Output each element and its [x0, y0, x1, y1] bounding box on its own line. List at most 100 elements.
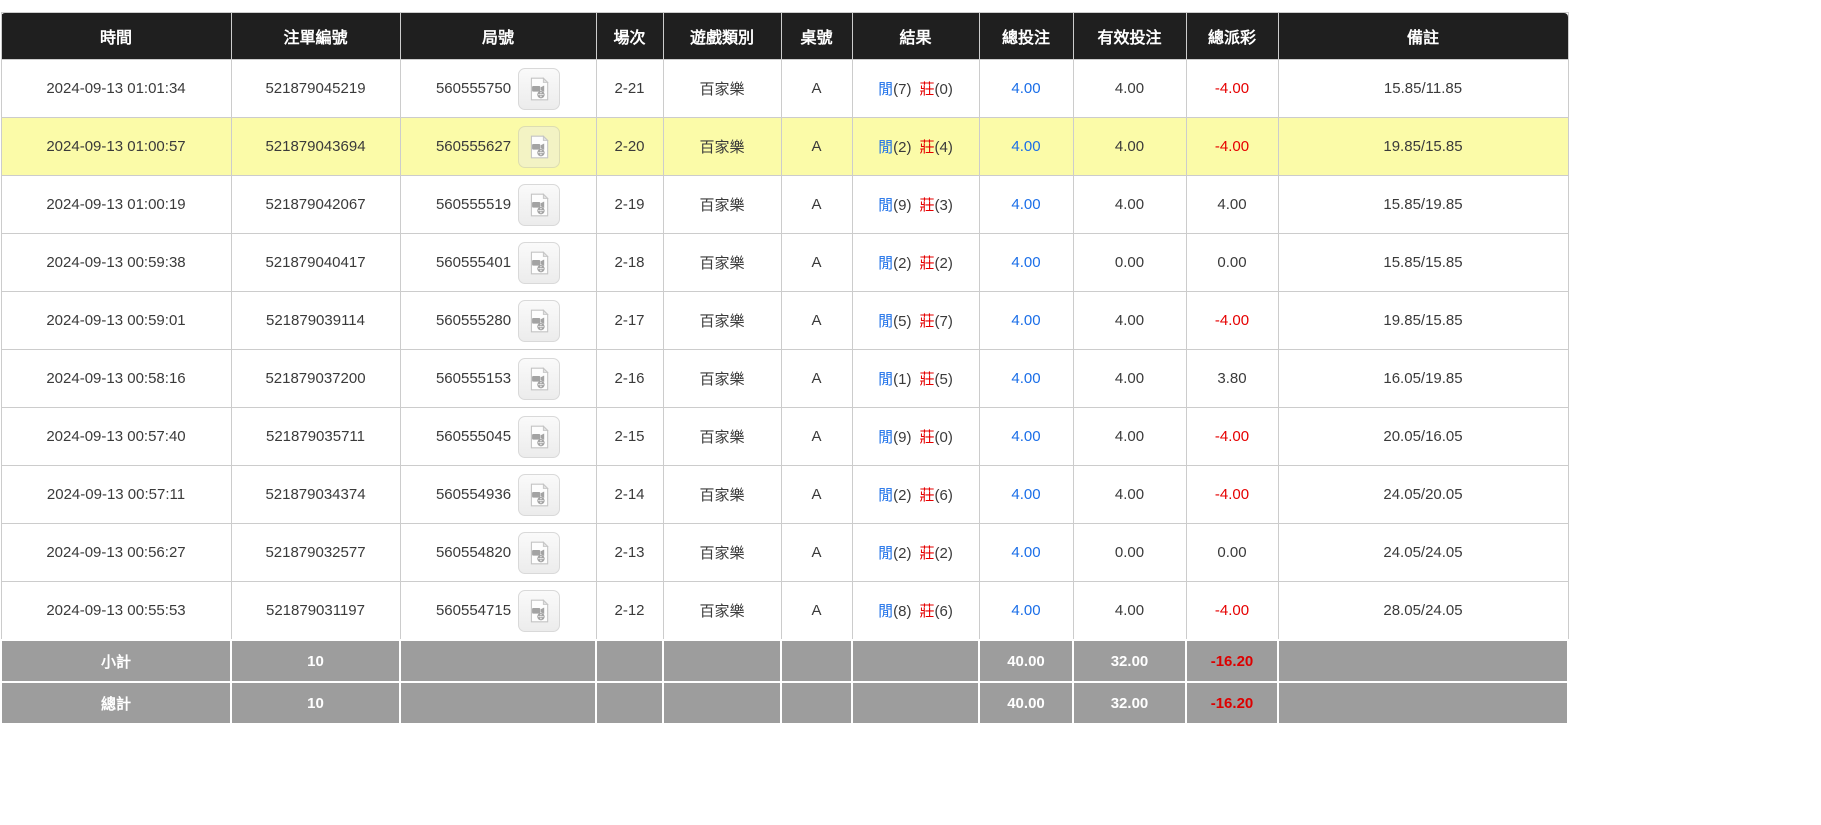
remark-cell: 24.05/20.05 — [1277, 465, 1569, 524]
round-id-group: 560555045 — [401, 415, 596, 458]
subtotal-valid-bet: 32.00 — [1110, 652, 1149, 670]
round-video-replay-button[interactable] — [518, 589, 561, 632]
table-row[interactable]: 2024-09-13 01:01:34 521879045219 560555750… — [0, 59, 1569, 118]
column-header-total_bet: 總投注 — [978, 12, 1074, 60]
column-header-game_type: 遊戲類別 — [662, 12, 782, 60]
total-bet-link[interactable]: 4.00 — [1011, 602, 1040, 619]
subtotal-game-cell — [662, 639, 782, 683]
round-id-group: 560555153 — [401, 357, 596, 400]
grand-total-count-cell: 10 — [230, 681, 401, 725]
table-no-cell: A — [780, 291, 853, 350]
total-bet-link[interactable]: 4.00 — [1011, 486, 1040, 503]
player-result-points: (7) — [893, 81, 912, 98]
payout-cell: 0.00 — [1185, 233, 1279, 292]
table-row[interactable]: 2024-09-13 00:56:27 521879032577 560554820… — [0, 523, 1569, 582]
grand-total-result-cell — [851, 681, 980, 725]
bet-id-text: 521879037200 — [265, 370, 366, 387]
bet-id-cell: 521879031197 — [230, 581, 401, 641]
remark-text: 20.05/16.05 — [1383, 428, 1463, 445]
bet-id-text: 521879032577 — [265, 544, 366, 561]
banker-result-label: 莊 — [919, 429, 935, 446]
round-id-cell: 560554715 — [399, 581, 597, 641]
player-result-label: 閒 — [878, 139, 894, 156]
total-bet-link[interactable]: 4.00 — [1011, 312, 1040, 329]
table-row[interactable]: 2024-09-13 00:59:38 521879040417 560555401… — [0, 233, 1569, 292]
payout-cell: 3.80 — [1185, 349, 1279, 408]
round-video-replay-button[interactable] — [518, 473, 561, 516]
banker-result-label: 莊 — [919, 255, 935, 272]
remark-cell: 15.85/19.85 — [1277, 175, 1569, 234]
round-video-replay-button[interactable] — [518, 299, 561, 342]
round-video-replay-button[interactable] — [518, 183, 561, 226]
total-bet-cell: 4.00 — [978, 117, 1074, 176]
game-type-cell: 百家樂 — [662, 523, 782, 582]
banker-result-points: (0) — [934, 81, 953, 98]
bet-id-cell: 521879032577 — [230, 523, 401, 582]
banker-result-points: (6) — [934, 487, 953, 504]
game-type-text: 百家樂 — [699, 487, 745, 504]
game-type-text: 百家樂 — [699, 603, 745, 620]
payout-text: -4.00 — [1214, 138, 1250, 155]
time-cell: 2024-09-13 01:00:19 — [0, 175, 232, 234]
round-id-cell: 560554936 — [399, 465, 597, 524]
remark-text: 15.85/19.85 — [1383, 196, 1463, 213]
grand-total-session-cell — [595, 681, 664, 725]
round-video-replay-button[interactable] — [518, 125, 561, 168]
table-row[interactable]: 2024-09-13 00:55:53 521879031197 560554715… — [0, 581, 1569, 641]
valid-bet-text: 4.00 — [1114, 312, 1145, 329]
total-bet-link[interactable]: 4.00 — [1011, 196, 1040, 213]
game-type-text: 百家樂 — [699, 371, 745, 388]
subtotal-session-cell — [595, 639, 664, 683]
total-bet-link[interactable]: 4.00 — [1011, 370, 1040, 387]
session-text: 2-17 — [614, 312, 645, 329]
column-header-time: 時間 — [0, 12, 232, 60]
time-cell: 2024-09-13 00:55:53 — [0, 581, 232, 641]
banker-result-points: (7) — [934, 313, 953, 330]
result-cell: 閒(1) 莊(5) — [851, 349, 980, 408]
valid-bet-cell: 4.00 — [1072, 175, 1187, 234]
payout-cell: -4.00 — [1185, 581, 1279, 641]
video-file-icon — [530, 192, 549, 216]
bet-id-text: 521879040417 — [265, 254, 366, 271]
game-type-cell: 百家樂 — [662, 59, 782, 118]
result-cell: 閒(5) 莊(7) — [851, 291, 980, 350]
valid-bet-cell: 4.00 — [1072, 59, 1187, 118]
bet-id-text: 521879045219 — [265, 80, 366, 97]
column-header-bet_id: 注單編號 — [230, 12, 401, 60]
session-text: 2-20 — [614, 138, 645, 155]
player-result-points: (8) — [893, 603, 912, 620]
round-video-replay-button[interactable] — [518, 241, 561, 284]
table-row[interactable]: 2024-09-13 01:00:19 521879042067 560555519… — [0, 175, 1569, 234]
remark-text: 15.85/11.85 — [1383, 80, 1463, 97]
total-bet-link[interactable]: 4.00 — [1011, 544, 1040, 561]
total-bet-link[interactable]: 4.00 — [1011, 80, 1040, 97]
table-no-text: A — [811, 254, 822, 271]
total-bet-link[interactable]: 4.00 — [1011, 428, 1040, 445]
table-row[interactable]: 2024-09-13 00:57:11 521879034374 560554936… — [0, 465, 1569, 524]
round-video-replay-button[interactable] — [518, 531, 561, 574]
round-video-replay-button[interactable] — [518, 67, 561, 110]
session-cell: 2-19 — [595, 175, 664, 234]
table-row[interactable]: 2024-09-13 00:58:16 521879037200 560555153… — [0, 349, 1569, 408]
time-text: 2024-09-13 00:57:40 — [46, 428, 186, 445]
round-video-replay-button[interactable] — [518, 357, 561, 400]
result-cell: 閒(9) 莊(0) — [851, 407, 980, 466]
banker-result-points: (6) — [934, 603, 953, 620]
table-row[interactable]: 2024-09-13 00:57:40 521879035711 560555045… — [0, 407, 1569, 466]
grand-total-valid-bet-cell: 32.00 — [1072, 681, 1187, 725]
session-cell: 2-21 — [595, 59, 664, 118]
column-header-result: 結果 — [851, 12, 980, 60]
video-file-icon — [530, 482, 549, 506]
total-bet-link[interactable]: 4.00 — [1011, 254, 1040, 271]
total-bet-link[interactable]: 4.00 — [1011, 138, 1040, 155]
banker-result-label: 莊 — [919, 139, 935, 156]
player-result-label: 閒 — [878, 313, 894, 330]
player-result-label: 閒 — [878, 255, 894, 272]
video-file-icon — [530, 366, 549, 390]
round-video-replay-button[interactable] — [518, 415, 561, 458]
table-row[interactable]: 2024-09-13 01:00:57 521879043694 560555627… — [0, 117, 1569, 176]
table-no-text: A — [811, 428, 822, 445]
table-row[interactable]: 2024-09-13 00:59:01 521879039114 560555280… — [0, 291, 1569, 350]
round-id-group: 560555627 — [401, 125, 596, 168]
records-body: 2024-09-13 01:01:34 521879045219 560555750… — [0, 59, 1569, 641]
